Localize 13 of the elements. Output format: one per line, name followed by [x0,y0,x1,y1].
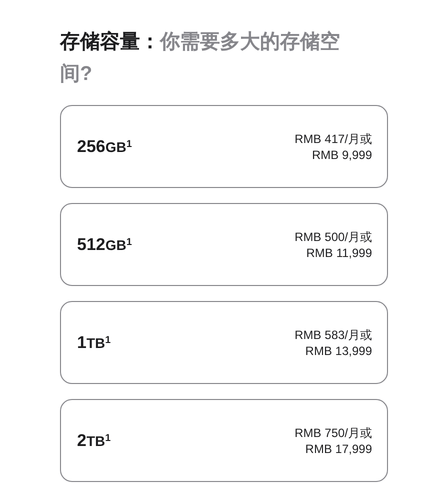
storage-option[interactable]: 2TB$^{1}$ RMB 750/月或 RMB 17,999 [60,399,388,482]
storage-option[interactable]: 256GB$^{1}$ RMB 417/月或 RMB 9,999 [60,105,388,188]
capacity-label: 2TB$^{1}$ [77,430,111,452]
price-text: RMB 417/月或 RMB 9,999 [294,130,372,162]
section-heading: 存储容量：你需要多大的存储空间? [60,30,341,87]
capacity-label: 256GB$^{1}$ [77,136,132,158]
storage-option[interactable]: 1TB$^{1}$ RMB 583/月或 RMB 13,999 [60,301,388,384]
price-text: RMB 750/月或 RMB 17,999 [294,424,372,456]
capacity-label: 1TB$^{1}$ [77,332,111,354]
price-text: RMB 500/月或 RMB 11,999 [294,228,372,260]
price-text: RMB 583/月或 RMB 13,999 [294,326,372,358]
storage-option[interactable]: 512GB$^{1}$ RMB 500/月或 RMB 11,999 [60,203,388,286]
capacity-label: 512GB$^{1}$ [77,234,132,256]
